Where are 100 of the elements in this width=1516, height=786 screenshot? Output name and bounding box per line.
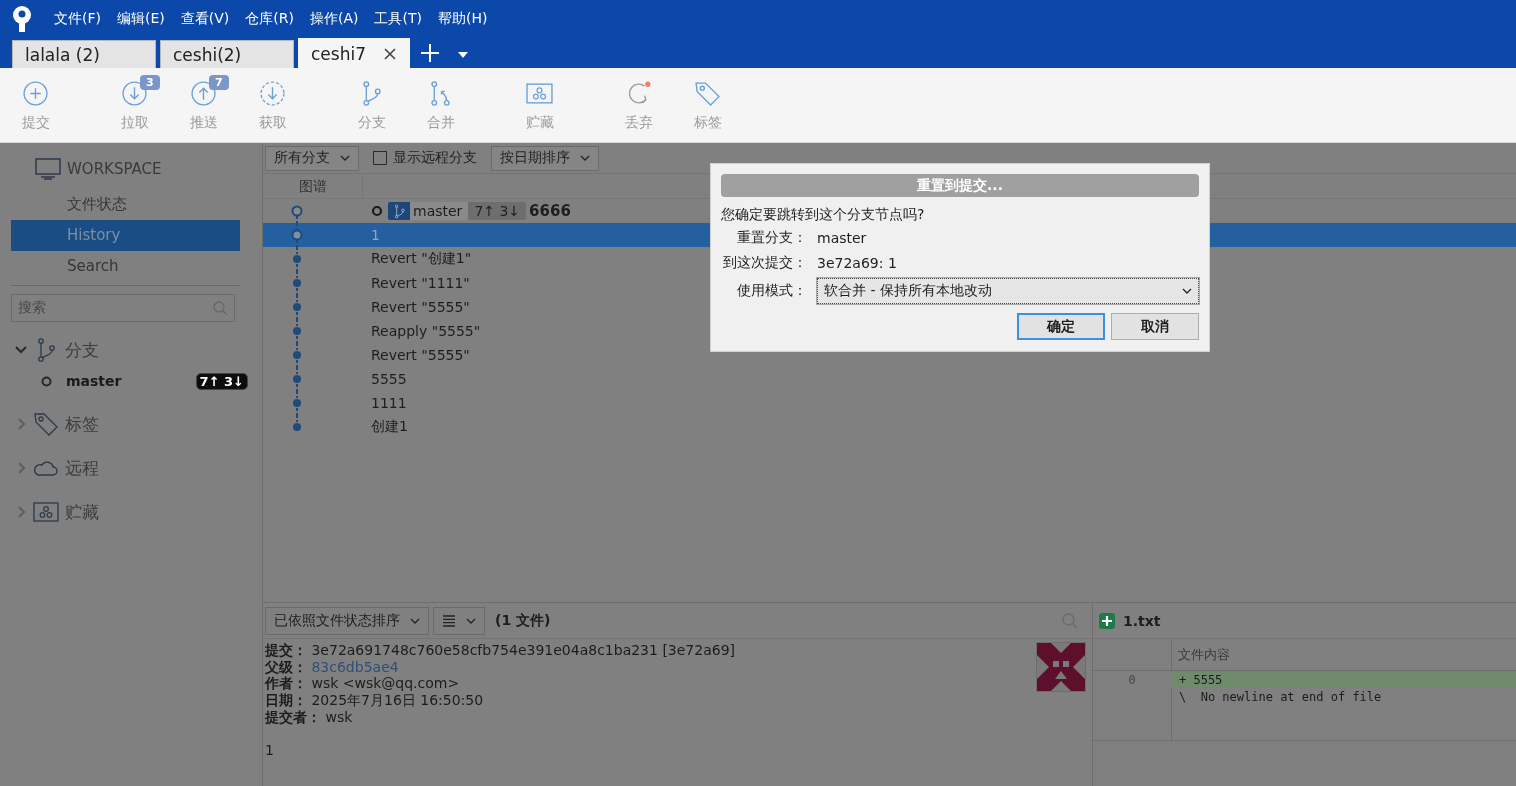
checkbox[interactable]: [373, 151, 387, 165]
sort-dropdown[interactable]: 已依照文件状态排序: [265, 606, 429, 635]
caret-icon: [340, 155, 350, 161]
field-label: 作者：: [265, 675, 307, 692]
file-count: (1 文件): [495, 611, 552, 630]
checkbox-label[interactable]: 显示远程分支: [393, 149, 477, 167]
field-value: master: [817, 229, 868, 246]
commit-message[interactable]: Reapply "5555": [371, 323, 481, 339]
column-header: 图谱: [263, 174, 363, 198]
close-icon[interactable]: [383, 46, 397, 61]
monitor-icon: [35, 158, 61, 180]
search-icon: [213, 300, 228, 316]
commit-icon: [22, 80, 49, 107]
repo-tab[interactable]: lalala (2): [12, 40, 156, 68]
sort-dropdown[interactable]: 按日期排序: [491, 145, 599, 171]
field-label: 重置分支：: [736, 228, 807, 247]
caret-icon: [1182, 288, 1192, 294]
file-name: 1.txt: [1123, 612, 1161, 629]
commit-message[interactable]: 创建1: [371, 418, 408, 436]
field-value: wsk: [325, 708, 353, 725]
caret-icon[interactable]: [458, 52, 468, 58]
menu-item[interactable]: 编辑(E): [109, 10, 173, 28]
commit-message[interactable]: Revert "5555": [371, 299, 470, 315]
repo-tab[interactable]: ceshi(2): [160, 40, 294, 68]
toolbar-button[interactable]: 获取: [238, 68, 307, 142]
branch-label-text: master: [410, 202, 469, 220]
mode-dropdown[interactable]: 软合并 - 保持所有本地改动: [817, 278, 1199, 304]
dialog-button[interactable]: 确定: [1017, 313, 1105, 340]
field-label: 到这次提交：: [722, 253, 807, 272]
dropdown-value: 软合并 - 保持所有本地改动: [824, 282, 992, 300]
dropdown-value: 所有分支: [274, 149, 330, 167]
field-label: 提交：: [265, 642, 307, 658]
head-marker-icon: [371, 205, 383, 217]
menu-item[interactable]: 仓库(R): [237, 10, 302, 28]
toolbar-button[interactable]: 拉取 3: [100, 68, 169, 142]
toolbar-button[interactable]: 提交: [1, 68, 70, 142]
toolbar-button[interactable]: 贮藏: [505, 68, 574, 142]
branch-head-icon: [41, 375, 52, 387]
menu-item[interactable]: 文件(F): [46, 10, 109, 28]
add-tab-icon[interactable]: [420, 43, 440, 63]
branch-filter-dropdown[interactable]: 所有分支: [265, 145, 359, 171]
field-label: 提交者：: [265, 708, 321, 725]
line-number: 0: [1127, 672, 1137, 688]
tab-label: ceshi7: [311, 43, 366, 64]
caret-icon: [580, 155, 590, 161]
nav-item[interactable]: History: [11, 220, 240, 251]
commit-message[interactable]: Revert "创建1": [371, 250, 472, 268]
commit-message[interactable]: 1111: [371, 395, 407, 411]
caret-icon: [410, 617, 420, 624]
dropdown-value: 按日期排序: [500, 149, 570, 167]
logo-icon: [11, 5, 33, 33]
toolbar-button[interactable]: 分支: [337, 68, 406, 142]
commit-message[interactable]: 5555: [371, 371, 407, 387]
view-mode-dropdown[interactable]: [433, 606, 485, 635]
tab-label: lalala (2): [25, 44, 100, 65]
menu-item[interactable]: 帮助(H): [429, 10, 496, 28]
fetch-icon: [259, 80, 286, 107]
workspace-heading: WORKSPACE: [67, 160, 162, 178]
menu-item[interactable]: 工具(T): [366, 10, 430, 28]
push-icon: [190, 80, 217, 107]
caret-icon: [466, 617, 476, 624]
stash-icon: [526, 80, 553, 107]
dialog-title: 重置到提交...: [721, 174, 1199, 197]
commit-message[interactable]: Revert "1111": [371, 275, 470, 291]
toolbar-button[interactable]: 推送 7: [169, 68, 238, 142]
section-heading[interactable]: 分支: [65, 338, 99, 362]
list-icon: [442, 614, 456, 627]
commit-message[interactable]: 1: [371, 227, 380, 243]
branch-name[interactable]: master: [66, 373, 196, 389]
toolbar-button[interactable]: 丢弃: [604, 68, 673, 142]
repo-tab[interactable]: ceshi7: [298, 38, 410, 68]
nav-item[interactable]: 文件状态: [11, 189, 240, 220]
field-label: 使用模式：: [736, 282, 807, 300]
parent-commit-link[interactable]: 83c6db5ae4: [311, 658, 399, 675]
tab-label: ceshi(2): [173, 44, 242, 65]
chevron-down-icon[interactable]: [15, 344, 27, 356]
dropdown-value: 已依照文件状态排序: [274, 611, 400, 630]
ahead-behind-badge: 7↑ 3↓: [195, 372, 248, 390]
field-value: 3e72a69: 1: [817, 254, 898, 271]
commit-message[interactable]: 6666: [529, 202, 571, 220]
count-badge: 3: [140, 75, 160, 90]
section-heading[interactable]: 标签: [65, 412, 99, 436]
menu-item[interactable]: 操作(A): [301, 10, 367, 28]
nav-item[interactable]: Search: [11, 251, 240, 282]
count-badge: 7: [209, 75, 229, 90]
toolbar-button[interactable]: 标签: [673, 68, 742, 142]
dialog-question: 您确定要跳转到这个分支节点吗?: [721, 205, 926, 224]
diff-line: \ No newline at end of file: [1178, 689, 1383, 705]
toolbar-button[interactable]: 合并: [406, 68, 475, 142]
commit-message[interactable]: Revert "5555": [371, 347, 470, 363]
added-file-icon: [1099, 612, 1115, 629]
tag-icon: [694, 80, 721, 107]
ahead-behind-count: 7↑ 3↓: [468, 202, 527, 220]
tag-icon: [33, 411, 59, 437]
dialog-button[interactable]: 取消: [1111, 313, 1199, 340]
pull-icon: [121, 80, 148, 107]
section-heading[interactable]: 贮藏: [65, 500, 99, 524]
menu-item[interactable]: 查看(V): [172, 10, 238, 28]
field-label: 父级：: [265, 658, 307, 675]
section-heading[interactable]: 远程: [65, 456, 99, 480]
